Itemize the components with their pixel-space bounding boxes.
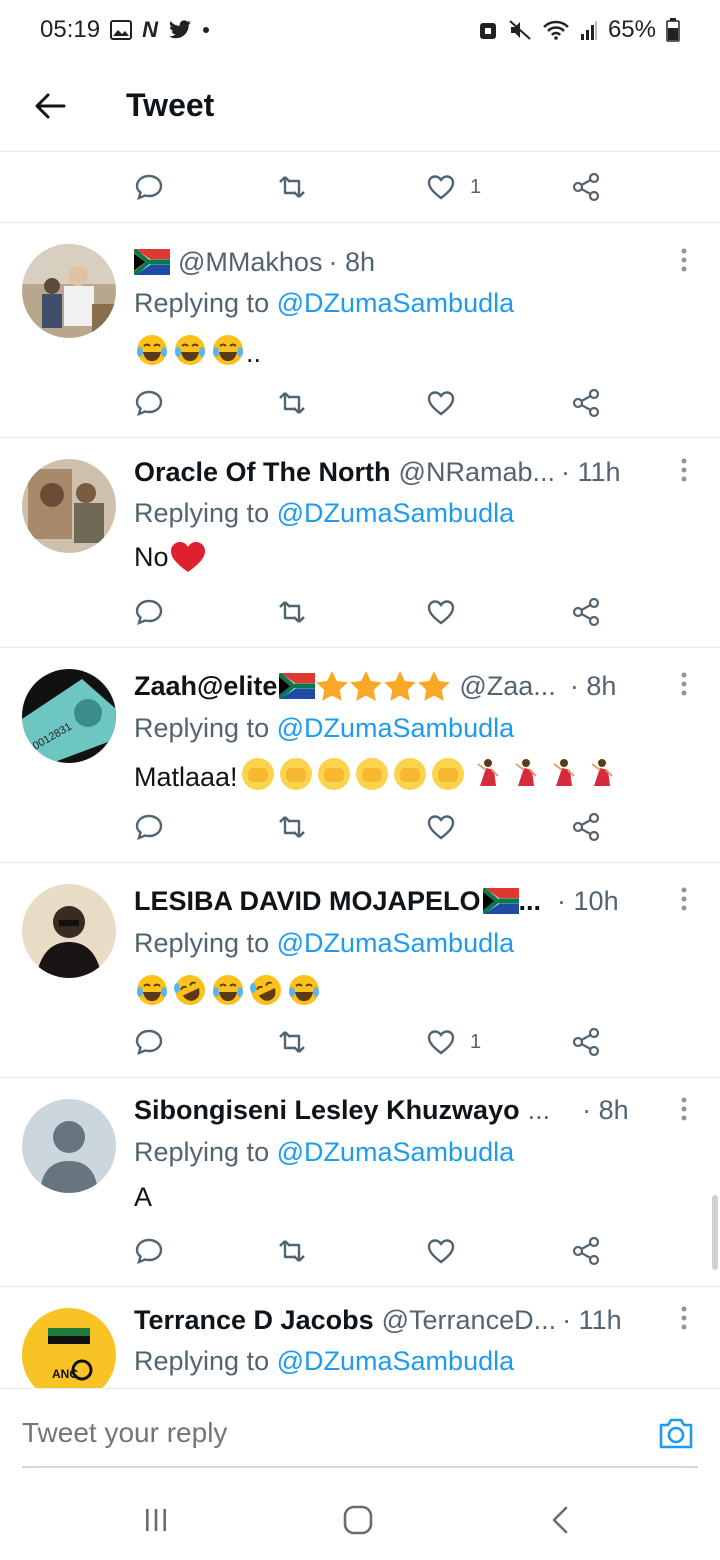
reply-composer [0, 1388, 720, 1468]
home-icon [343, 1505, 373, 1535]
system-back-button[interactable] [540, 1500, 580, 1540]
tweet-display-name[interactable]: Terrance D Jacobs [134, 1305, 374, 1336]
tweet-time[interactable]: · 11h [562, 1305, 622, 1336]
replying-to-label: Replying to [134, 1346, 270, 1376]
recent-apps-button[interactable] [136, 1500, 176, 1540]
scrollbar[interactable] [712, 1195, 718, 1270]
replying-to: Replying to @DZumaSambudla [134, 1346, 514, 1377]
home-button[interactable] [338, 1500, 378, 1540]
system-nav-bar [0, 1480, 720, 1560]
tweet-header: Terrance D Jacobs @TerranceD... · 11h [134, 1300, 674, 1340]
reply-input[interactable] [22, 1417, 582, 1449]
tweet-handle[interactable]: @TerranceD... [382, 1305, 556, 1336]
avatar[interactable]: ANC [22, 1308, 116, 1388]
composer-underline [22, 1466, 698, 1468]
mention-link[interactable]: @DZumaSambudla [277, 1346, 515, 1376]
svg-text:ANC: ANC [52, 1367, 78, 1381]
camera-icon [659, 1418, 693, 1449]
more-vertical-icon [681, 1306, 687, 1330]
reply-tweet[interactable]: ANC Terrance D Jacobs @TerranceD... · 11… [0, 0, 720, 1388]
camera-button[interactable] [656, 1413, 696, 1453]
recent-apps-icon [146, 1509, 166, 1531]
more-options-button[interactable] [672, 1298, 696, 1338]
chevron-left-icon [552, 1506, 568, 1534]
